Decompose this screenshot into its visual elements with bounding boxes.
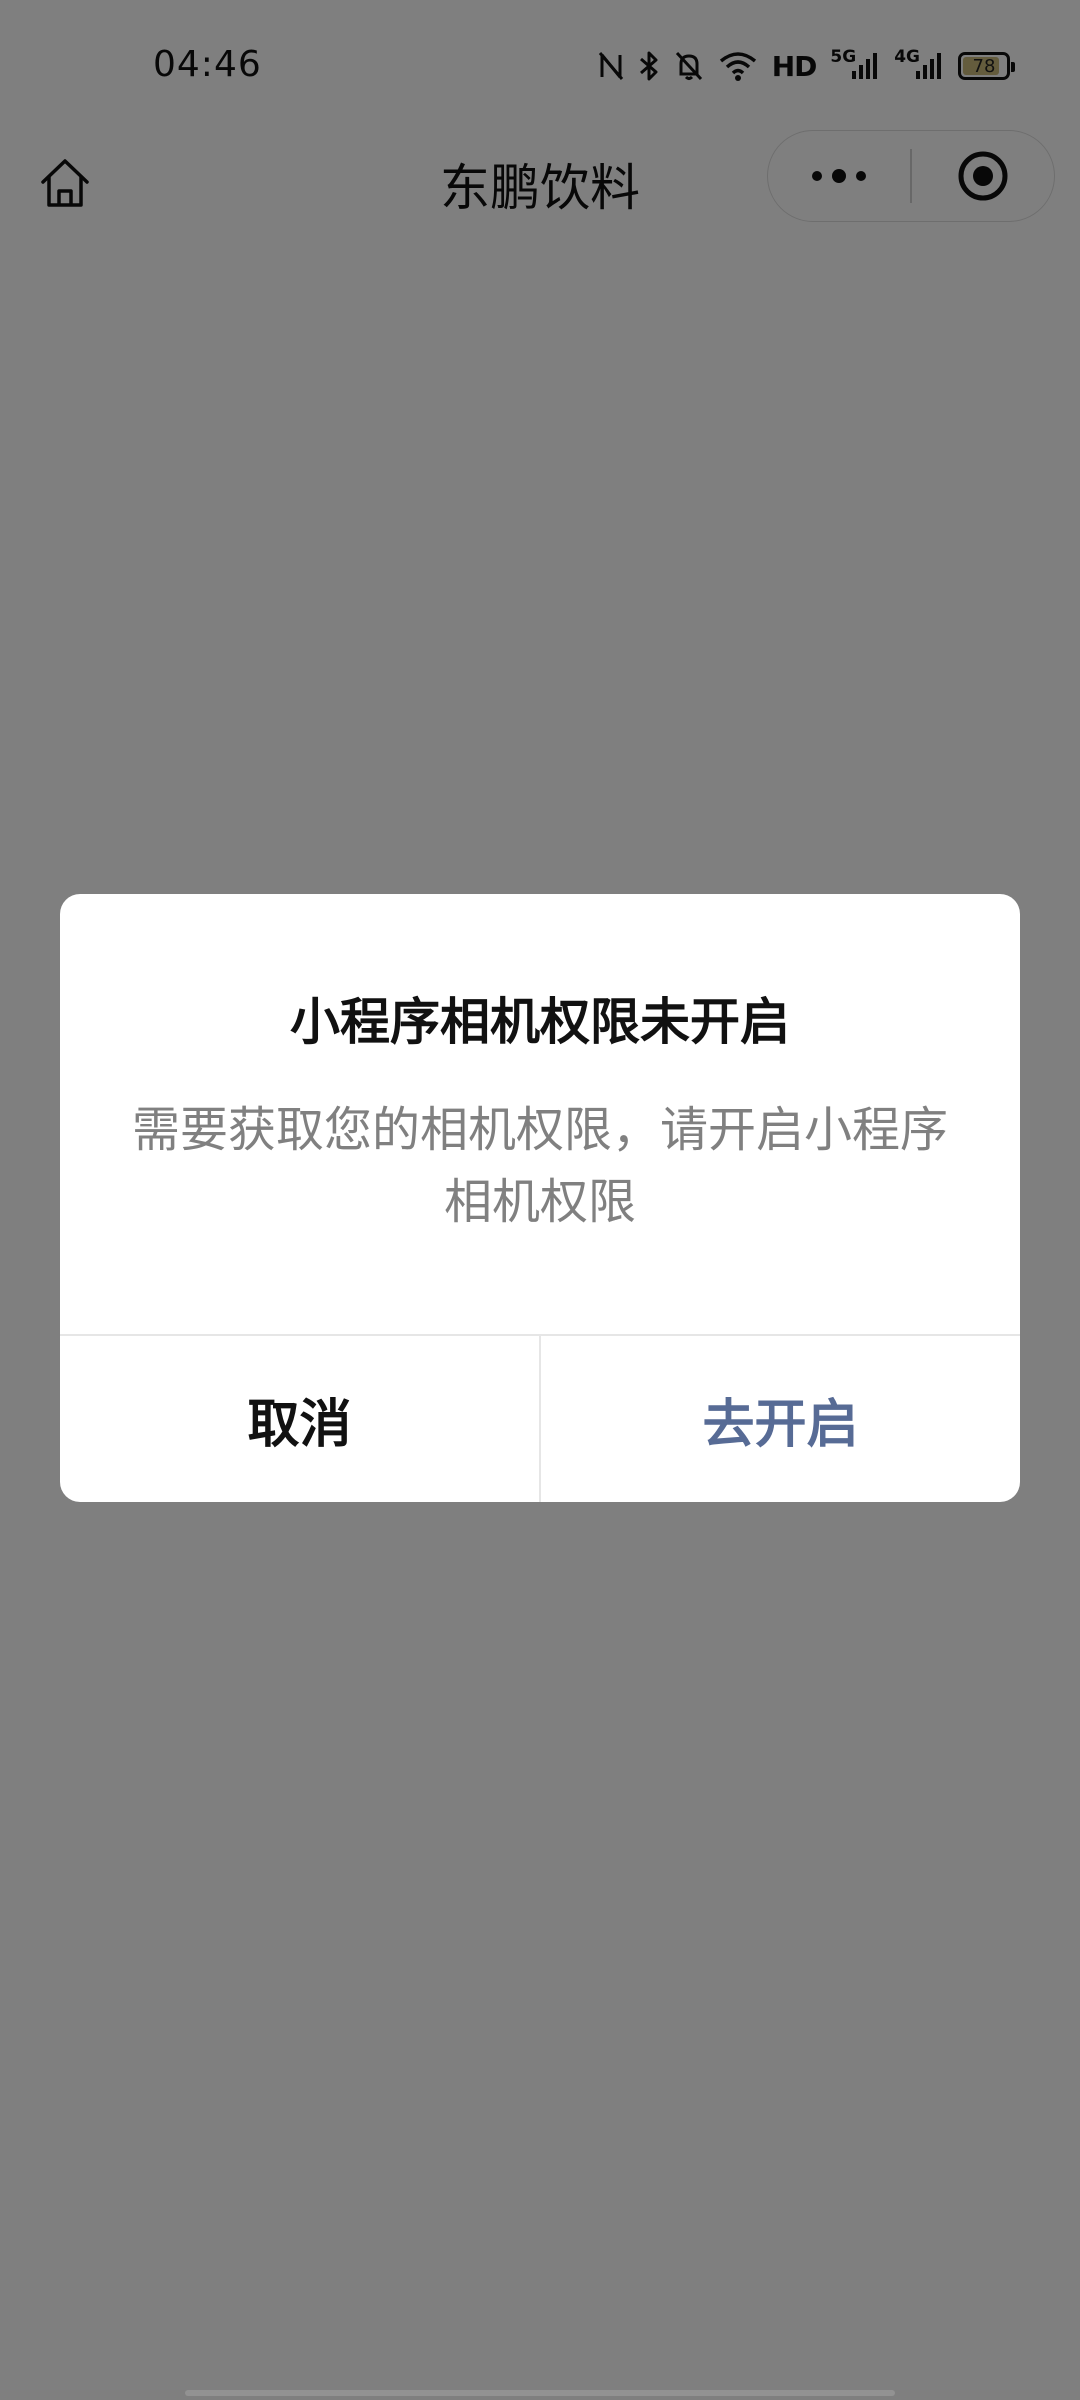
cancel-button[interactable]: 取消 (60, 1336, 541, 1502)
dialog-footer: 取消 去开启 (60, 1334, 1020, 1502)
dialog-message: 需要获取您的相机权限，请开启小程序相机权限 (131, 1102, 948, 1230)
dialog-title: 小程序相机权限未开启 (290, 993, 790, 1051)
permission-dialog: 小程序相机权限未开启 需要获取您的相机权限，请开启小程序相机权限 取消 去开启 (60, 894, 1020, 1502)
gesture-bar (185, 2390, 895, 2396)
open-settings-button[interactable]: 去开启 (541, 1336, 1020, 1502)
battery-percent: 78 (972, 55, 996, 77)
